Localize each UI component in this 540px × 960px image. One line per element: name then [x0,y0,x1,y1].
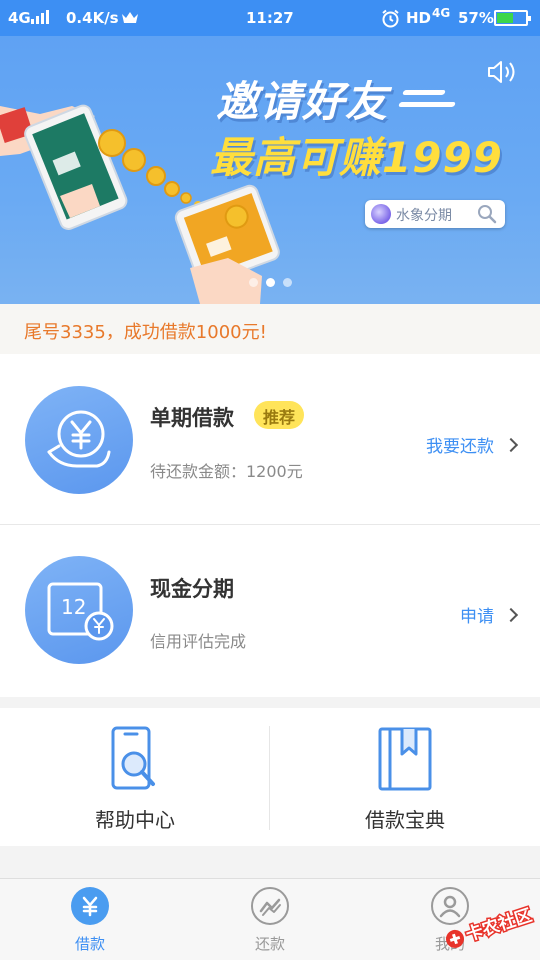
yuan-hand-icon [25,386,133,494]
watermark-text: 卡农社区 [463,905,534,946]
product-card-single-loan[interactable]: 单期借款 推荐 待还款金额：1200元 我要还款 [0,354,540,524]
nav-label: 借款 [74,935,105,953]
network-type-2: 4G [432,6,451,20]
help-center-button[interactable]: 帮助中心 [0,708,270,846]
brand-search-box: 水象分期 [365,200,505,228]
status-bar: 4G 0.4K/s 11:27 HD 4G 57% [0,0,540,36]
nav-tab-borrow[interactable]: 借款 [0,879,180,960]
yuan-icon [71,887,109,925]
phone-search-icon [111,726,155,790]
loan-notice: 尾号3335，成功借款1000元! [0,304,540,354]
loan-guide-label: 借款宝典 [365,808,445,832]
crown-icon [122,12,138,23]
promo-banner[interactable]: 邀请好友 最高可赚1999 水象分期 [0,36,540,304]
repay-button[interactable]: 我要还款 [426,432,519,457]
battery-icon [494,10,531,26]
chevron-right-icon [503,607,519,622]
community-watermark: 卡农社区 [445,903,536,948]
speaker-icon[interactable] [486,58,518,86]
trend-icon [251,887,289,925]
banner-headline: 邀请好友 [216,77,389,126]
decorative-line [402,90,446,95]
hd-label: HD [406,9,432,27]
signal-icon [31,10,51,24]
loan-guide-button[interactable]: 借款宝典 [270,708,540,846]
recommend-badge: 推荐 [254,401,305,429]
app-screen: 4G 0.4K/s 11:27 HD 4G 57% 邀请好友 最高可赚1999 … [0,0,540,960]
nav-tab-repay[interactable]: 还款 [180,879,360,960]
alarm-icon [382,9,399,28]
product-title: 单期借款 [150,406,234,430]
decorative-line [398,102,456,107]
battery-percent: 57% [458,9,494,27]
nav-label: 还款 [254,935,285,953]
network-type: 4G [8,9,31,27]
carousel-dot[interactable] [283,278,292,287]
apply-label: 申请 [460,607,494,627]
product-title: 现金分期 [150,577,234,601]
search-icon [478,205,497,224]
tools-section: 帮助中心 借款宝典 [0,708,540,846]
carousel-indicator [249,278,299,288]
calendar-12-yuan-icon: 12 [25,556,133,664]
repay-label: 我要还款 [426,437,494,457]
banner-subheadline: 最高可赚1999 [210,133,503,182]
product-card-cash-installment[interactable]: 12 现金分期 信用评估完成 申请 [0,525,540,697]
battery-fill [497,13,513,23]
chevron-right-icon [503,437,519,452]
product-subtitle: 待还款金额：1200元 [150,462,303,481]
brand-logo-icon [371,204,391,224]
network-speed: 0.4K/s [66,9,119,27]
book-bookmark-icon [378,727,432,791]
product-subtitle: 信用评估完成 [150,632,247,651]
brand-name: 水象分期 [396,208,452,224]
calendar-number: 12 [61,595,86,619]
carousel-dot[interactable] [266,278,275,287]
apply-button[interactable]: 申请 [460,602,519,627]
carousel-dot[interactable] [249,278,258,287]
help-center-label: 帮助中心 [95,808,175,832]
clock-time: 11:27 [246,9,294,27]
